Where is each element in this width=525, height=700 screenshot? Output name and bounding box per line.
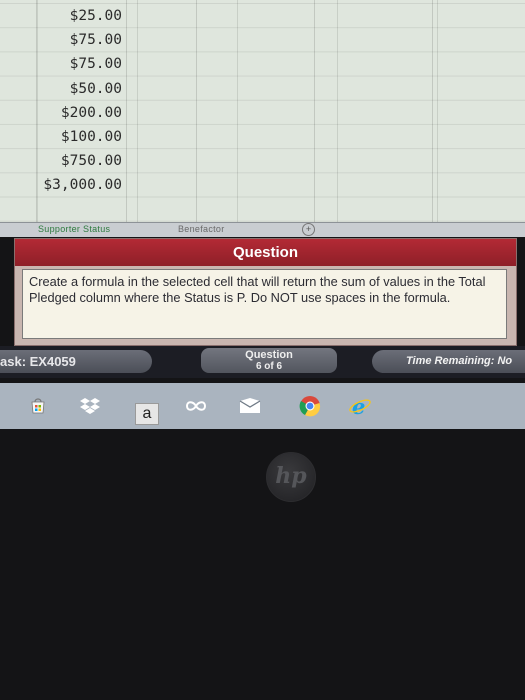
internet-explorer-icon[interactable]: e: [348, 395, 372, 417]
question-panel: Question Create a formula in the selecte…: [14, 238, 517, 346]
exam-status-bar: ask: EX4059 Question 6 of 6 Time Remaini…: [0, 346, 525, 378]
amount-cell[interactable]: $75.00: [20, 28, 124, 52]
mail-icon[interactable]: [238, 395, 262, 417]
total-pledged-column: $25.00 $75.00 $75.00 $50.00 $200.00 $100…: [20, 4, 124, 198]
tab-supporter-status[interactable]: Supporter Status: [38, 224, 110, 234]
infinity-icon[interactable]: [184, 395, 208, 417]
question-counter-label: Question: [245, 349, 293, 361]
question-header: Question: [15, 239, 516, 266]
column-divider: [314, 0, 315, 222]
sheet-tab-bar: Supporter Status Benefactor +: [0, 222, 525, 237]
spreadsheet-grid[interactable]: $25.00 $75.00 $75.00 $50.00 $200.00 $100…: [0, 0, 525, 222]
time-remaining: Time Remaining: No: [372, 350, 525, 373]
amount-cell[interactable]: $3,000.00: [20, 173, 124, 197]
amazon-icon[interactable]: a: [135, 403, 159, 425]
question-counter-progress: 6 of 6: [255, 361, 283, 372]
chrome-icon[interactable]: [298, 395, 322, 417]
amount-cell[interactable]: $50.00: [20, 77, 124, 101]
column-divider: [126, 0, 127, 222]
column-divider: [196, 0, 197, 222]
tab-benefactor[interactable]: Benefactor: [178, 224, 225, 234]
windows-store-icon[interactable]: [26, 395, 50, 417]
amount-cell[interactable]: $25.00: [20, 4, 124, 28]
add-sheet-icon[interactable]: +: [302, 223, 315, 236]
task-id-badge: ask: EX4059: [0, 350, 152, 373]
hp-logo: hp: [266, 452, 316, 502]
dropbox-icon[interactable]: [78, 395, 102, 417]
question-counter: Question 6 of 6: [201, 348, 337, 373]
amount-cell[interactable]: $100.00: [20, 125, 124, 149]
column-divider: [432, 0, 433, 222]
question-text: Create a formula in the selected cell th…: [22, 269, 507, 339]
amount-cell[interactable]: $750.00: [20, 149, 124, 173]
svg-text:e: e: [352, 395, 365, 417]
amount-cell[interactable]: $200.00: [20, 101, 124, 125]
amount-cell[interactable]: $75.00: [20, 52, 124, 76]
taskbar: e: [0, 383, 525, 429]
